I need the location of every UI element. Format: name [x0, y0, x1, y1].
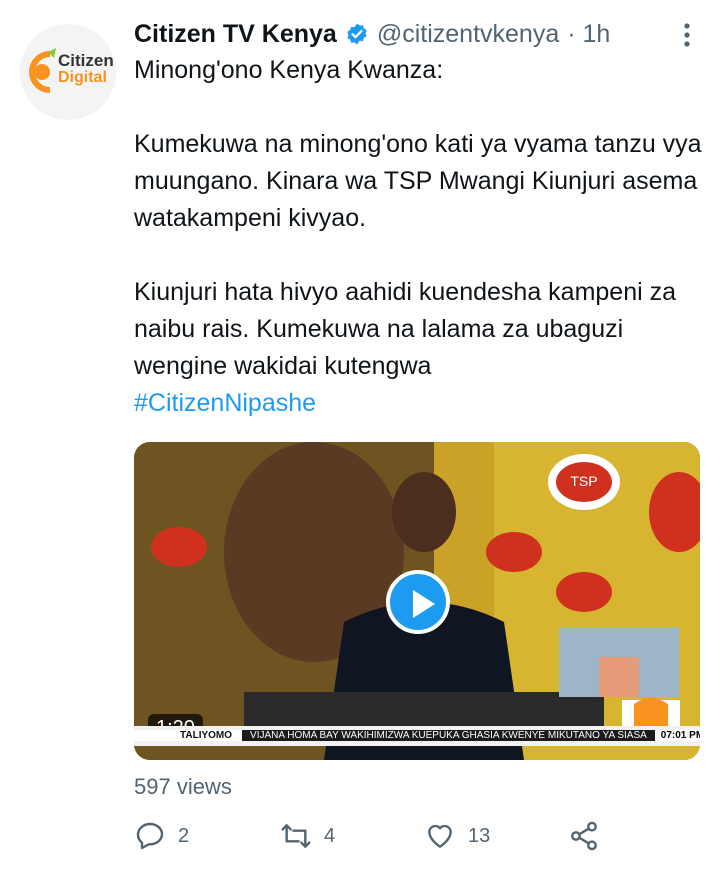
reply-button[interactable]: 2: [134, 820, 189, 852]
account-handle[interactable]: @citizentvkenya: [377, 20, 559, 49]
ticker-headline: VIJANA HOMA BAY WAKIHIMIZWA KUEPUKA GHAS…: [242, 730, 655, 741]
more-icon[interactable]: [682, 22, 692, 48]
avatar[interactable]: Citizen Digital: [20, 24, 116, 120]
share-icon: [571, 821, 597, 851]
news-ticker: TALIYOMO VIJANA HOMA BAY WAKIHIMIZWA KUEP…: [134, 726, 700, 746]
retweet-icon: [281, 824, 311, 848]
tweet-paragraph-1: Kumekuwa na minong'ono kati ya vyama tan…: [134, 130, 702, 232]
tweet-text: Minong'ono Kenya Kwanza: Kumekuwa na min…: [134, 52, 704, 422]
verified-badge-icon: [347, 23, 367, 45]
like-button[interactable]: 13: [424, 820, 490, 852]
logo-wordmark: Citizen: [58, 51, 114, 70]
like-icon: [428, 824, 452, 848]
hashtag-link[interactable]: #CitizenNipashe: [134, 389, 316, 417]
video-logo-text: TSP: [570, 473, 597, 489]
ticker-tag: TALIYOMO: [134, 730, 243, 741]
logo-subtext: Digital: [58, 69, 107, 86]
reply-count: 2: [178, 824, 190, 847]
action-bar: 2 4 13: [134, 820, 634, 860]
tweet-time[interactable]: · 1h: [567, 20, 610, 49]
tweet-line-1: Minong'ono Kenya Kwanza:: [134, 56, 444, 84]
tweet-header: Citizen TV Kenya @citizentvkenya · 1h: [134, 16, 690, 52]
retweet-count: 4: [324, 824, 336, 847]
tweet-paragraph-2: Kiunjuri hata hivyo aahidi kuendesha kam…: [134, 278, 677, 380]
play-icon[interactable]: [386, 570, 450, 634]
reply-icon: [136, 822, 164, 850]
ticker-time: 07:01 PM: [654, 730, 700, 741]
view-count: 597 views: [134, 774, 232, 799]
account-name[interactable]: Citizen TV Kenya: [134, 20, 337, 49]
retweet-button[interactable]: 4: [280, 820, 335, 852]
like-count: 13: [468, 824, 491, 847]
video-player[interactable]: TSP 1:20 TALIYOMOVIJANA HOMA BAY WAKIHIM…: [134, 442, 700, 760]
logo-text: Citizen Digital: [58, 52, 114, 86]
share-button[interactable]: [568, 820, 600, 852]
